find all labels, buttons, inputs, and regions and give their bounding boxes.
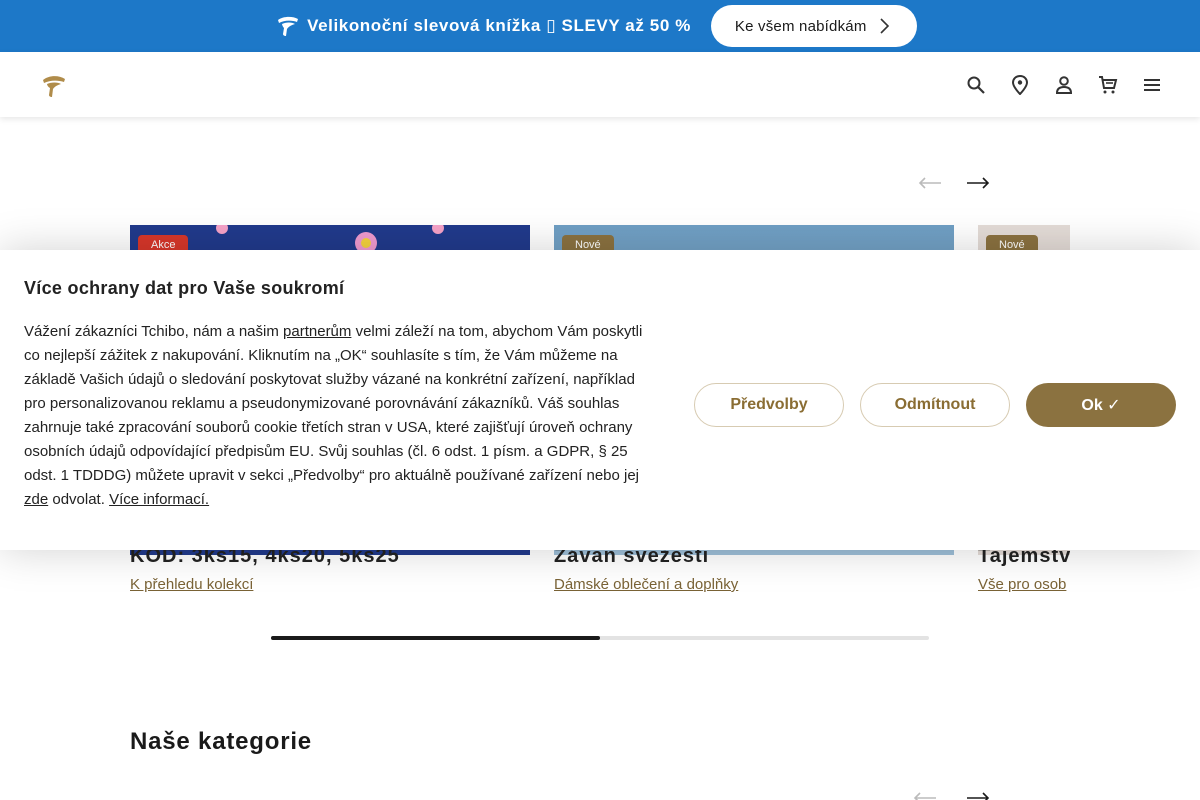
accept-button[interactable]: Ok ✓: [1026, 383, 1176, 427]
consent-text-part: Vážení zákazníci Tchibo, nám a našim: [24, 323, 284, 340]
menu-icon[interactable]: [1140, 73, 1164, 97]
consent-text-part: odvolat.: [48, 491, 110, 508]
tchibo-logo-icon[interactable]: [40, 72, 68, 100]
all-offers-button[interactable]: Ke všem nabídkám: [710, 5, 917, 47]
location-pin-icon[interactable]: [1008, 73, 1032, 97]
cookie-consent-panel: Více ochrany dat pro Vaše soukromí Vážen…: [0, 250, 1200, 550]
carousel-progress-fill: [271, 636, 600, 640]
cart-icon[interactable]: [1096, 73, 1120, 97]
promo-content: Velikonoční slevová knížka ▯ SLEVY až 50…: [275, 5, 917, 47]
site-header: [0, 52, 1200, 117]
all-offers-button-label: Ke všem nabídkám: [734, 17, 867, 35]
promo-text[interactable]: Velikonoční slevová knížka ▯ SLEVY až 50…: [307, 16, 691, 36]
arrow-right-icon: [967, 177, 990, 189]
arrow-left-icon: [913, 792, 936, 800]
carousel-prev-arrow[interactable]: [915, 173, 945, 193]
partners-link[interactable]: partnerům: [283, 323, 351, 340]
carousel-progress[interactable]: [271, 636, 929, 640]
tchibo-logo-icon: [275, 13, 301, 39]
consent-text: Vážení zákazníci Tchibo, nám a našim par…: [24, 320, 654, 512]
carousel-next-arrow[interactable]: [963, 173, 993, 193]
account-icon[interactable]: [1052, 73, 1076, 97]
card-text-clip: Tajemství Vše pro osob: [978, 540, 1070, 610]
promo-banner: Velikonoční slevová knížka ▯ SLEVY až 50…: [0, 0, 1200, 52]
more-info-link[interactable]: Více informací.: [109, 491, 209, 508]
header-actions: [964, 73, 1164, 97]
categories-prev-arrow[interactable]: [910, 788, 940, 800]
consent-text-part: velmi záleží na tom, abychom Vám poskytl…: [24, 323, 643, 484]
reject-button[interactable]: Odmítnout: [860, 383, 1010, 427]
search-icon[interactable]: [964, 73, 988, 97]
withdraw-link[interactable]: zde: [24, 491, 48, 508]
preferences-button[interactable]: Předvolby: [694, 383, 844, 427]
arrow-right-icon: [967, 792, 990, 800]
card-link[interactable]: Dámské oblečení a doplňky: [554, 576, 738, 593]
card-link[interactable]: Vše pro osob: [978, 576, 1066, 593]
categories-next-arrow[interactable]: [963, 788, 993, 800]
categories-title: Naše kategorie: [130, 728, 312, 755]
chevron-right-icon: [879, 17, 891, 35]
card-link[interactable]: K přehledu kolekcí: [130, 576, 253, 593]
consent-title: Více ochrany dat pro Vaše soukromí: [24, 278, 345, 298]
arrow-left-icon: [918, 177, 941, 189]
